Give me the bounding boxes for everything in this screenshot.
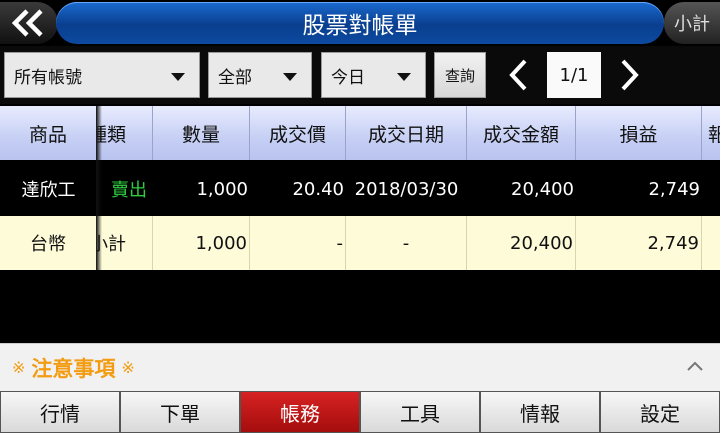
- prev-page-button[interactable]: [500, 52, 536, 98]
- cell-kind: 小計: [97, 216, 153, 270]
- account-select-value: 所有帳號: [14, 67, 82, 88]
- next-page-button[interactable]: [612, 52, 648, 98]
- cell-amount: 20,400: [467, 216, 576, 270]
- cell-qty: 1,000: [153, 216, 250, 270]
- cell-date: -: [346, 216, 467, 270]
- col-header-pnl[interactable]: 損益: [576, 106, 702, 160]
- caret-down-icon: [397, 73, 411, 81]
- notice-mark-right: ※: [121, 358, 135, 377]
- filter-bar: 所有帳號 全部 今日 查詢 1/1: [0, 46, 720, 104]
- notice-bar[interactable]: ※ 注意事項 ※: [0, 343, 720, 391]
- nav-tools[interactable]: 工具: [360, 391, 480, 433]
- caret-down-icon: [283, 73, 297, 81]
- nav-news[interactable]: 情報: [480, 391, 600, 433]
- col-header-product[interactable]: 商品: [0, 106, 97, 160]
- cell-qty: 1,000: [196, 178, 248, 200]
- period-select[interactable]: 今日: [321, 52, 426, 98]
- col-header-amount[interactable]: 成交金額: [467, 106, 576, 160]
- nav-order[interactable]: 下單: [120, 391, 240, 433]
- title-bar: 股票對帳單 小計: [0, 0, 720, 46]
- cell-date: 2018/03/30: [354, 178, 459, 200]
- cell-more: [702, 216, 720, 270]
- table-row[interactable]: 台幣 小計 1,000 - - 20,400 2,749: [0, 216, 720, 270]
- cell-product: 台幣: [0, 216, 97, 270]
- type-select[interactable]: 全部: [208, 52, 312, 98]
- type-select-value: 全部: [218, 67, 252, 88]
- bottom-nav: 行情 下單 帳務 工具 情報 設定: [0, 391, 720, 433]
- page-indicator: 1/1: [547, 52, 601, 98]
- table-header: 商品 種類 數量 成交價 成交日期 成交金額 損益 報: [0, 106, 720, 160]
- notice-label: 注意事項: [31, 356, 116, 381]
- nav-account[interactable]: 帳務: [240, 391, 360, 433]
- col-header-date[interactable]: 成交日期: [346, 106, 467, 160]
- cell-price: -: [250, 216, 346, 270]
- cell-pnl: 2,749: [576, 216, 702, 270]
- col-header-price[interactable]: 成交價: [250, 106, 346, 160]
- table-row[interactable]: 達欣工 賣出 1,000 20.40 2018/03/30 20,400 2,7…: [0, 162, 720, 216]
- col-header-kind[interactable]: 種類: [97, 106, 153, 160]
- frozen-column-shadow: [96, 106, 102, 270]
- col-header-qty[interactable]: 數量: [153, 106, 250, 160]
- col-header-more[interactable]: 報: [702, 106, 720, 160]
- page-title: 股票對帳單: [56, 2, 664, 44]
- chevron-right-icon: [621, 59, 639, 91]
- chevron-left-icon: [509, 59, 527, 91]
- double-chevron-left-icon: [11, 9, 43, 37]
- cell-kind: 賣出: [111, 180, 147, 201]
- notice-mark-left: ※: [12, 358, 26, 377]
- back-button[interactable]: [0, 2, 58, 44]
- nav-settings[interactable]: 設定: [600, 391, 720, 433]
- chevron-up-icon[interactable]: [686, 360, 704, 372]
- cell-amount: 20,400: [511, 178, 574, 200]
- cell-product: 達欣工: [0, 162, 97, 216]
- statement-table: 商品 種類 數量 成交價 成交日期 成交金額 損益 報 達欣工 賣出 1,000…: [0, 106, 720, 270]
- subtotal-button[interactable]: 小計: [664, 2, 720, 44]
- caret-down-icon: [171, 73, 185, 81]
- cell-pnl: 2,749: [648, 178, 700, 200]
- query-button[interactable]: 查詢: [434, 52, 486, 98]
- cell-price: 20.40: [292, 178, 344, 200]
- account-select[interactable]: 所有帳號: [4, 52, 200, 98]
- period-select-value: 今日: [331, 67, 365, 88]
- nav-quotes[interactable]: 行情: [0, 391, 120, 433]
